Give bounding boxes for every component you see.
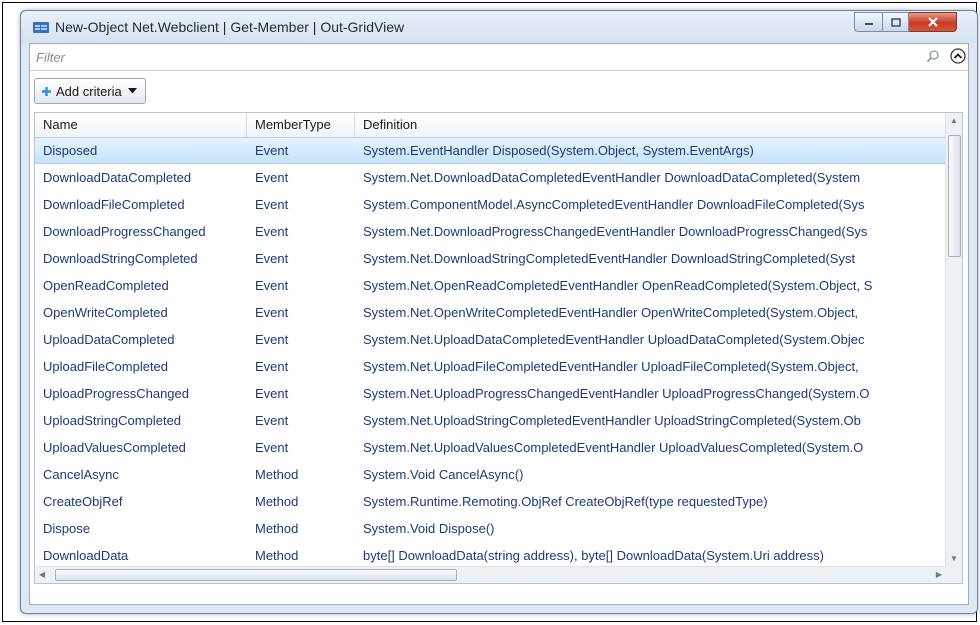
column-header-name[interactable]: Name [35,113,247,137]
cell-membertype: Event [255,224,289,239]
cell-membertype: Event [255,143,289,158]
add-criteria-label: Add criteria [56,83,122,99]
cell-name: DownloadProgressChanged [43,224,206,239]
cell-definition: System.Net.UploadFileCompletedEventHandl… [363,359,859,374]
chevron-down-icon [127,88,137,94]
close-button[interactable] [909,12,957,32]
cell-membertype: Event [255,413,289,428]
window-title: New-Object Net.Webclient | Get-Member | … [55,19,405,35]
cell-name: Disposed [43,143,98,158]
table-row[interactable]: UploadStringCompleted Event System.Net.U… [35,407,946,434]
scroll-right-arrow-icon[interactable]: ▶ [936,570,942,580]
cell-name: DownloadFileCompleted [43,197,185,212]
cell-definition: System.Net.OpenReadCompletedEventHandler… [363,278,873,293]
cell-name: UploadValuesCompleted [43,440,186,455]
cell-membertype: Event [255,305,289,320]
cell-name: DownloadDataCompleted [43,170,192,185]
cell-name: UploadDataCompleted [43,332,175,347]
close-icon [927,17,938,27]
horizontal-scroll-thumb[interactable] [55,569,457,581]
table-row[interactable]: OpenWriteCompleted Event System.Net.Open… [35,299,946,326]
cell-membertype: Event [255,440,289,455]
cell-definition: System.Void Dispose() [363,521,495,536]
cell-definition: System.Net.DownloadStringCompletedEventH… [363,251,856,266]
gridview-window: New-Object Net.Webclient | Get-Member | … [20,10,978,614]
cell-membertype: Method [255,467,299,482]
table-row[interactable]: CreateObjRef Method System.Runtime.Remot… [35,488,946,515]
table-row[interactable]: DownloadDataCompleted Event System.Net.D… [35,164,946,191]
cell-membertype: Event [255,386,289,401]
cell-membertype: Method [255,494,299,509]
cell-definition: System.Net.UploadValuesCompletedEventHan… [363,440,864,455]
cell-definition: System.Void CancelAsync() [363,467,524,482]
table-row[interactable]: DownloadProgressChanged Event System.Net… [35,218,946,245]
cell-definition: System.EventHandler Disposed(System.Obje… [363,143,754,158]
horizontal-scrollbar[interactable]: ◀ ▶ [35,566,946,583]
cell-definition: System.Net.UploadStringCompletedEventHan… [363,413,861,428]
cell-name: DownloadData [43,548,129,563]
scrollbar-corner [946,567,962,583]
cell-definition: System.Runtime.Remoting.ObjRef CreateObj… [363,494,768,509]
powershell-app-icon [33,22,49,33]
table-row[interactable]: OpenReadCompleted Event System.Net.OpenR… [35,272,946,299]
table-row[interactable]: CancelAsync Method System.Void CancelAsy… [35,461,946,488]
vertical-scroll-thumb[interactable] [948,135,961,257]
table-row[interactable]: Disposed Event System.EventHandler Dispo… [35,137,946,164]
vertical-scrollbar[interactable]: ▲ ▼ [945,113,962,567]
cell-name: OpenWriteCompleted [43,305,168,320]
search-icon[interactable] [926,49,940,63]
cell-membertype: Event [255,170,289,185]
cell-name: CancelAsync [43,467,119,482]
minimize-icon [864,23,873,25]
cell-name: UploadProgressChanged [43,386,189,401]
add-criteria-button[interactable]: Add criteria [34,78,146,104]
window-controls [854,12,957,34]
table-row[interactable]: DownloadData Method byte[] DownloadData(… [35,542,946,569]
title-bar[interactable]: New-Object Net.Webclient | Get-Member | … [21,11,977,43]
column-header-membertype[interactable]: MemberType [247,113,355,137]
filter-bar [30,44,968,71]
table-row[interactable]: DownloadFileCompleted Event System.Compo… [35,191,946,218]
cell-membertype: Method [255,521,299,536]
filter-input[interactable] [34,46,888,68]
cell-membertype: Event [255,332,289,347]
table-row[interactable]: UploadValuesCompleted Event System.Net.U… [35,434,946,461]
collapse-chevron-up-icon[interactable] [950,48,966,64]
plus-icon [42,86,51,96]
results-grid: Name MemberType Definition Disposed Even… [34,112,963,584]
table-row[interactable]: UploadFileCompleted Event System.Net.Upl… [35,353,946,380]
table-row[interactable]: UploadProgressChanged Event System.Net.U… [35,380,946,407]
table-row[interactable]: Dispose Method System.Void Dispose() [35,515,946,542]
cell-name: Dispose [43,521,90,536]
table-row[interactable]: DownloadStringCompleted Event System.Net… [35,245,946,272]
cell-name: UploadFileCompleted [43,359,169,374]
cell-definition: System.Net.OpenWriteCompletedEventHandle… [363,305,859,320]
grid-header: Name MemberType Definition [35,113,946,138]
cell-membertype: Method [255,548,299,563]
cell-definition: System.Net.UploadProgressChangedEventHan… [363,386,870,401]
scroll-up-arrow-icon[interactable]: ▲ [950,116,958,126]
cell-name: OpenReadCompleted [43,278,169,293]
cell-name: DownloadStringCompleted [43,251,198,266]
scroll-down-arrow-icon[interactable]: ▼ [950,554,958,564]
scroll-left-arrow-icon[interactable]: ◀ [39,570,45,580]
cell-membertype: Event [255,251,289,266]
maximize-button[interactable] [882,12,909,32]
minimize-button[interactable] [854,12,882,32]
maximize-icon [890,17,901,27]
cell-membertype: Event [255,278,289,293]
cell-membertype: Event [255,197,289,212]
cell-definition: System.Net.DownloadDataCompletedEventHan… [363,170,861,185]
table-row[interactable]: UploadDataCompleted Event System.Net.Upl… [35,326,946,353]
cell-name: UploadStringCompleted [43,413,182,428]
window-client-area: Add criteria Name MemberType Definition … [29,43,969,605]
cell-definition: System.Net.UploadDataCompletedEventHandl… [363,332,865,347]
cell-definition: System.ComponentModel.AsyncCompletedEven… [363,197,865,212]
cell-definition: byte[] DownloadData(string address), byt… [363,548,824,563]
cell-name: CreateObjRef [43,494,123,509]
cell-definition: System.Net.DownloadProgressChangedEventH… [363,224,868,239]
cell-membertype: Event [255,359,289,374]
column-header-definition[interactable]: Definition [355,113,947,137]
